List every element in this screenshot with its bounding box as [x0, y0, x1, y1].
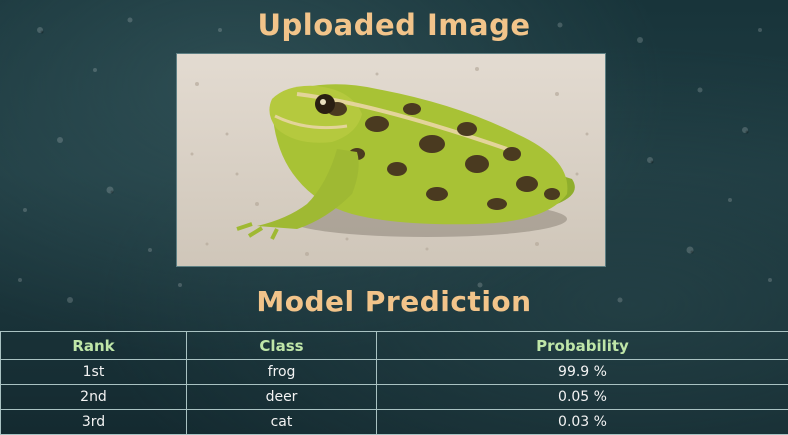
probability-cell: 0.03 % — [376, 409, 788, 435]
rank-cell: 2nd — [0, 384, 187, 410]
probability-cell: 99.9 % — [376, 359, 788, 385]
table-row: 3rd cat 0.03 % — [0, 409, 788, 435]
table-header-row: Rank Class Probability — [0, 331, 788, 360]
frog-image — [177, 54, 605, 266]
column-header-probability: Probability — [376, 331, 788, 360]
column-header-rank: Rank — [0, 331, 187, 360]
class-cell: cat — [186, 409, 377, 435]
model-prediction-title: Model Prediction — [256, 285, 532, 318]
class-cell: deer — [186, 384, 377, 410]
rank-cell: 3rd — [0, 409, 187, 435]
class-cell: frog — [186, 359, 377, 385]
uploaded-image-title: Uploaded Image — [257, 8, 531, 42]
table-row: 2nd deer 0.05 % — [0, 384, 788, 410]
table-row: 1st frog 99.9 % — [0, 359, 788, 385]
probability-cell: 0.05 % — [376, 384, 788, 410]
prediction-table: Rank Class Probability 1st frog 99.9 % 2… — [0, 331, 788, 435]
column-header-class: Class — [186, 331, 377, 360]
uploaded-image — [176, 53, 606, 267]
rank-cell: 1st — [0, 359, 187, 385]
prediction-page: { "page": { "uploaded_title": "Uploaded … — [0, 0, 788, 435]
